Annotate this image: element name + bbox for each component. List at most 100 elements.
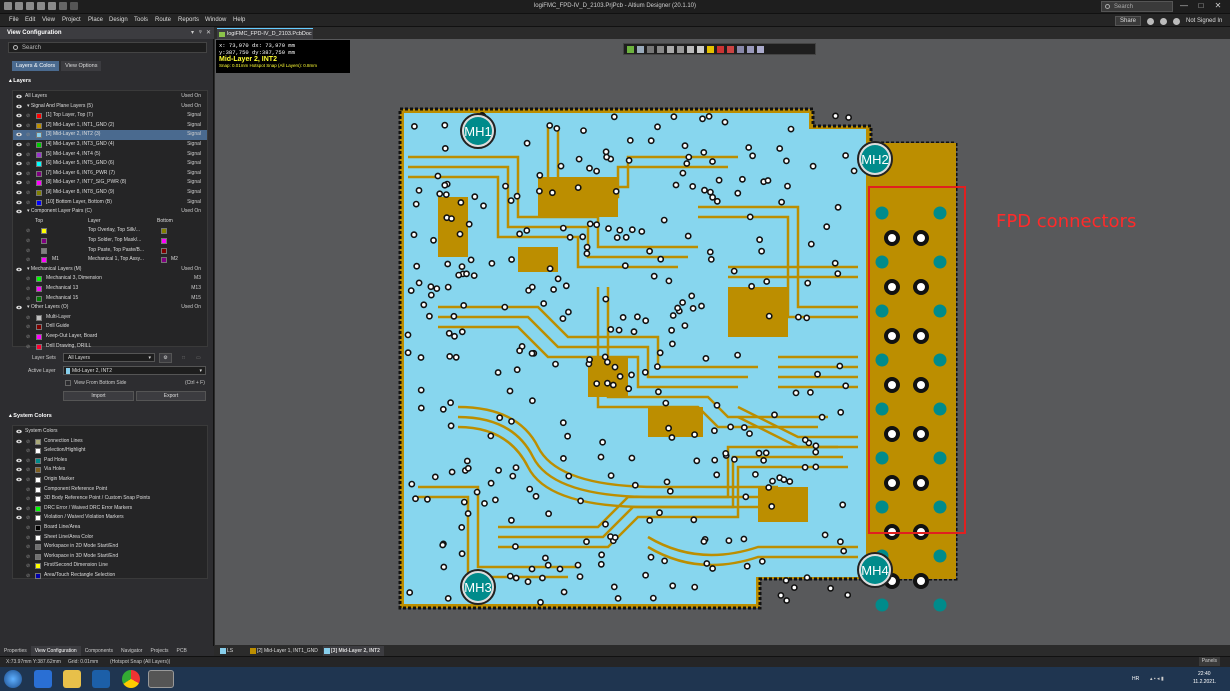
lock-icon[interactable]: ⊘	[26, 190, 31, 196]
file-explorer-icon[interactable]	[63, 670, 81, 688]
lock-icon[interactable]: ⊘	[26, 515, 31, 521]
lock-icon[interactable]: ⊘	[26, 161, 31, 167]
route-icon[interactable]	[637, 46, 644, 53]
component-pair-row[interactable]: ⊘ Mechanical 1, Top Assy... M1 M2	[13, 255, 207, 265]
lock-icon[interactable]: ⊘	[26, 315, 31, 321]
visibility-eye-icon[interactable]	[16, 123, 22, 128]
layer-color-swatch[interactable]	[35, 486, 41, 493]
menu-edit[interactable]: Edit	[25, 17, 35, 23]
visibility-eye-icon[interactable]	[16, 161, 22, 166]
dimension-icon[interactable]	[737, 46, 744, 53]
system-color-row[interactable]: ⊘ DRC Error / Waived DRC Error Markers	[13, 504, 207, 514]
menu-project[interactable]: Project	[62, 17, 81, 23]
lock-icon[interactable]: ⊘	[26, 487, 31, 493]
layers-section-title[interactable]: ▴ Layers	[9, 78, 31, 84]
align-icon[interactable]	[667, 46, 674, 53]
language-indicator[interactable]: HR	[1132, 676, 1139, 682]
trash-icon[interactable]: ▭	[196, 355, 201, 361]
lock-icon[interactable]: ⊘	[26, 439, 31, 445]
menu-view[interactable]: View	[42, 17, 55, 23]
component-pair-row[interactable]: ⊘ Top Solder, Top Mask/...	[13, 236, 207, 246]
visibility-eye-icon[interactable]	[16, 152, 22, 157]
start-button-icon[interactable]	[4, 670, 22, 688]
component-pair-row[interactable]: ⊘ Top Paste, Top Paste/B...	[13, 246, 207, 256]
lock-icon[interactable]: ⊘	[26, 544, 31, 550]
user-status[interactable]: Not Signed In	[1186, 18, 1222, 24]
region-icon[interactable]	[727, 46, 734, 53]
internet-explorer-icon[interactable]	[34, 670, 52, 688]
layer-color-swatch[interactable]	[35, 467, 41, 474]
layer-sets-manage-button[interactable]: ⚙	[159, 353, 172, 363]
other-layer-row[interactable]: ⊘ Drill Drawing, DRILL	[13, 342, 207, 352]
import-button[interactable]: Import	[63, 391, 134, 401]
component-pairs-group[interactable]: ▾ Component Layer Pairs (C) Used On	[13, 207, 207, 217]
layer-color-swatch[interactable]	[35, 544, 41, 551]
system-color-row[interactable]: ⊘ Via Holes	[13, 465, 207, 475]
layer-color-swatch[interactable]	[36, 295, 42, 302]
clock-time[interactable]: 22:40	[1198, 671, 1211, 677]
pad-icon[interactable]	[687, 46, 694, 53]
pcb-canvas[interactable]: x: 73,970 dx: 73,970 mm y:387,750 dy:387…	[215, 39, 1230, 645]
visibility-eye-icon[interactable]	[16, 238, 22, 243]
lock-icon[interactable]: ⊘	[26, 563, 31, 569]
layer-color-swatch[interactable]	[35, 505, 41, 512]
visibility-eye-icon[interactable]	[16, 344, 22, 349]
layer-color-swatch[interactable]	[36, 334, 42, 340]
layer-color-swatch[interactable]	[35, 477, 41, 483]
visibility-eye-icon[interactable]	[16, 554, 22, 559]
lock-icon[interactable]: ⊘	[26, 334, 31, 340]
lock-icon[interactable]: ⊘	[26, 554, 31, 560]
visibility-eye-icon[interactable]	[16, 515, 22, 520]
visibility-eye-icon[interactable]	[16, 286, 22, 291]
maximize-button[interactable]: □	[1193, 0, 1209, 13]
visibility-eye-icon[interactable]	[16, 94, 22, 99]
system-color-row[interactable]: ⊘ Connection Lines	[13, 437, 207, 447]
select-rect-icon[interactable]	[657, 46, 664, 53]
tab-pcb[interactable]: PCB	[173, 646, 191, 656]
text-icon[interactable]	[747, 46, 754, 53]
layer-tab-int2[interactable]: [3] Mid-Layer 2, INT2	[323, 646, 384, 656]
lock-icon[interactable]: ⊘	[26, 296, 31, 302]
lock-icon[interactable]: ⊘	[26, 286, 31, 292]
mechanical-layer-row[interactable]: ⊘ Mechanical 3, Dimension M3	[13, 274, 207, 284]
lock-icon[interactable]: ⊘	[26, 228, 31, 234]
signal-layer-row[interactable]: ⊘ [6] Mid-Layer 5, INT5_GND (6) Signal	[13, 159, 207, 169]
menu-design[interactable]: Design	[109, 17, 128, 23]
lock-icon[interactable]: ⊘	[26, 477, 31, 483]
user-icon[interactable]	[1173, 17, 1181, 25]
all-layers-row[interactable]: All Layers Used On	[13, 92, 207, 102]
visibility-eye-icon[interactable]	[16, 448, 22, 453]
visibility-eye-icon[interactable]	[16, 267, 22, 272]
tab-components[interactable]: Components	[81, 646, 117, 656]
visibility-eye-icon[interactable]	[16, 104, 22, 109]
bulb-icon[interactable]	[707, 46, 714, 53]
layer-color-swatch[interactable]	[35, 553, 41, 560]
visibility-eye-icon[interactable]	[16, 439, 22, 444]
keepout-icon[interactable]	[717, 46, 724, 53]
lock-icon[interactable]: ⊘	[26, 525, 31, 531]
lock-icon[interactable]: ⊘	[26, 506, 31, 512]
share-button[interactable]: Share	[1115, 16, 1142, 26]
lock-icon[interactable]: ⊘	[26, 496, 31, 502]
view-bottom-checkbox[interactable]	[65, 380, 71, 386]
layer-color-swatch[interactable]	[161, 257, 167, 264]
visibility-eye-icon[interactable]	[16, 496, 22, 501]
pin-icon[interactable]: ᵠ	[199, 27, 202, 39]
tab-layers-colors[interactable]: Layers & Colors	[12, 61, 60, 71]
export-button[interactable]: Export	[136, 391, 206, 401]
signal-layer-row[interactable]: ⊘ [7] Mid-Layer 6, INT6_PWR (7) Signal	[13, 169, 207, 179]
menu-file[interactable]: File	[9, 17, 19, 23]
layer-color-swatch[interactable]	[161, 238, 167, 244]
lock-icon[interactable]: ⊘	[26, 113, 31, 119]
visibility-eye-icon[interactable]	[16, 142, 22, 147]
layer-color-swatch[interactable]	[36, 132, 42, 139]
menu-route[interactable]: Route	[155, 17, 171, 23]
place-component-icon[interactable]	[677, 46, 684, 53]
menu-window[interactable]: Window	[205, 17, 226, 23]
other-layer-row[interactable]: ⊘ Drill Guide	[13, 322, 207, 332]
pairs-header-row[interactable]: Top Layer Bottom	[13, 217, 207, 227]
layer-color-swatch[interactable]	[41, 247, 47, 254]
signal-layer-row[interactable]: ⊘ [9] Mid-Layer 8, INT8_GND (9) Signal	[13, 188, 207, 198]
notifications-icon[interactable]	[1160, 17, 1168, 25]
layer-color-swatch[interactable]	[36, 199, 42, 206]
